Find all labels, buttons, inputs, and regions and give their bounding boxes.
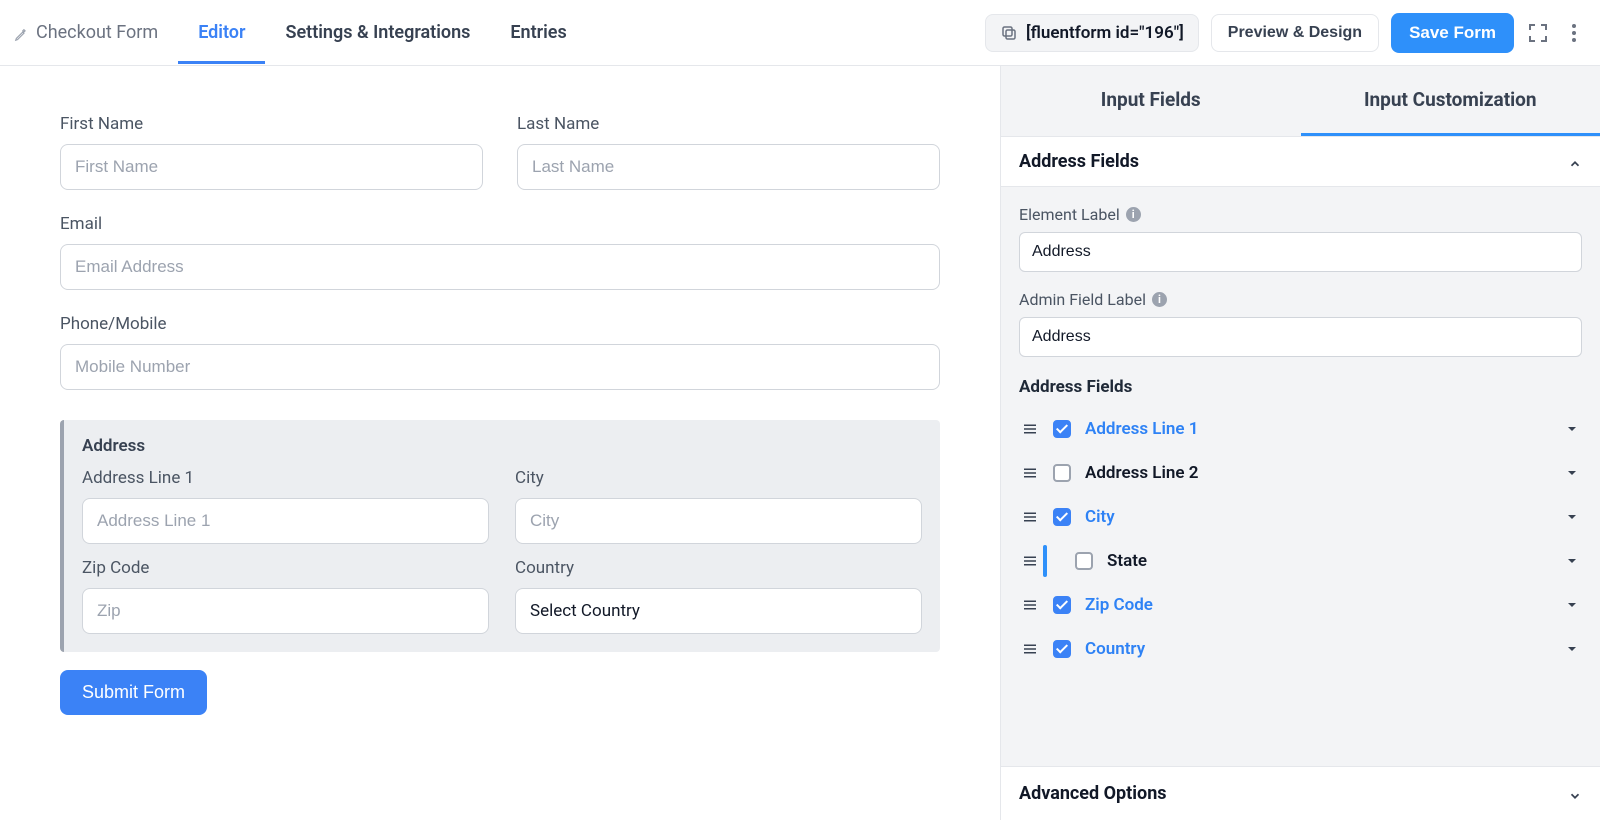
copy-icon	[1000, 24, 1018, 42]
address-line1-input[interactable]	[82, 498, 489, 544]
checkbox[interactable]	[1053, 596, 1071, 614]
submit-button[interactable]: Submit Form	[60, 670, 207, 715]
address-field-row[interactable]: Zip Code	[1019, 583, 1582, 627]
element-label-label: Element Label i	[1019, 205, 1582, 224]
tab-editor[interactable]: Editor	[178, 2, 265, 64]
tab-settings[interactable]: Settings & Integrations	[265, 2, 490, 64]
drag-handle-icon[interactable]	[1021, 508, 1039, 526]
address-block[interactable]: Address Address Line 1 City Zip Code	[60, 420, 940, 652]
zip-label: Zip Code	[82, 558, 489, 578]
drag-handle-icon[interactable]	[1021, 464, 1039, 482]
checkbox[interactable]	[1053, 640, 1071, 658]
top-tabs: Editor Settings & Integrations Entries	[178, 2, 587, 64]
address-field-label: Address Line 2	[1085, 463, 1550, 483]
address-field-label: Country	[1085, 639, 1550, 659]
drag-handle-icon[interactable]	[1021, 640, 1039, 658]
checkbox[interactable]	[1053, 464, 1071, 482]
address-field-label: State	[1107, 551, 1550, 571]
address-field-row[interactable]: Country	[1019, 627, 1582, 671]
address-field-row[interactable]: City	[1019, 495, 1582, 539]
shortcode-text: [fluentform id="196"]	[1026, 23, 1184, 43]
caret-down-icon[interactable]	[1564, 597, 1580, 613]
phone-input[interactable]	[60, 344, 940, 390]
sidebar: Input Fields Input Customization Address…	[1000, 66, 1600, 820]
last-name-input[interactable]	[517, 144, 940, 190]
zip-input[interactable]	[82, 588, 489, 634]
info-icon[interactable]: i	[1126, 207, 1141, 222]
country-placeholder: Select Country	[530, 601, 640, 621]
chevron-down-icon	[1568, 787, 1582, 801]
address-field-label: City	[1085, 507, 1550, 527]
country-select[interactable]: Select Country	[515, 588, 922, 634]
admin-label-input[interactable]	[1019, 317, 1582, 357]
phone-label: Phone/Mobile	[60, 314, 940, 334]
first-name-input[interactable]	[60, 144, 483, 190]
save-button[interactable]: Save Form	[1391, 13, 1514, 53]
form-title-wrap[interactable]: Checkout Form	[14, 22, 158, 43]
advanced-options-header[interactable]: Advanced Options	[1001, 766, 1600, 820]
tab-entries[interactable]: Entries	[490, 2, 586, 64]
email-input[interactable]	[60, 244, 940, 290]
element-label-input[interactable]	[1019, 232, 1582, 272]
address-fields-list: Address Line 1 Address Line 2 City State Zip…	[1019, 407, 1582, 671]
sidebar-tab-customization[interactable]: Input Customization	[1301, 66, 1600, 136]
form-title: Checkout Form	[36, 22, 158, 43]
caret-down-icon[interactable]	[1564, 553, 1580, 569]
shortcode-chip[interactable]: [fluentform id="196"]	[985, 14, 1199, 52]
advanced-options-label: Advanced Options	[1019, 783, 1167, 804]
caret-down-icon[interactable]	[1564, 641, 1580, 657]
first-name-label: First Name	[60, 114, 483, 134]
caret-down-icon[interactable]	[1564, 465, 1580, 481]
address-field-row[interactable]: Address Line 1	[1019, 407, 1582, 451]
checkbox[interactable]	[1053, 420, 1071, 438]
chevron-up-icon	[1568, 155, 1582, 169]
address-field-row[interactable]: Address Line 2	[1019, 451, 1582, 495]
preview-button[interactable]: Preview & Design	[1211, 14, 1379, 52]
drag-handle-icon[interactable]	[1021, 596, 1039, 614]
last-name-label: Last Name	[517, 114, 940, 134]
country-label: Country	[515, 558, 922, 578]
section-header-address[interactable]: Address Fields	[1001, 137, 1600, 187]
address-block-title: Address	[82, 436, 922, 456]
sidebar-tab-fields[interactable]: Input Fields	[1001, 66, 1301, 136]
fullscreen-icon[interactable]	[1526, 21, 1550, 45]
caret-down-icon[interactable]	[1564, 421, 1580, 437]
checkbox[interactable]	[1075, 552, 1093, 570]
section-title: Address Fields	[1019, 151, 1139, 172]
city-input[interactable]	[515, 498, 922, 544]
pencil-icon	[14, 26, 28, 40]
city-label: City	[515, 468, 922, 488]
form-canvas: First Name Last Name Email Phone/Mobile …	[0, 66, 1000, 820]
caret-down-icon[interactable]	[1564, 509, 1580, 525]
address-fields-heading: Address Fields	[1019, 377, 1582, 397]
drag-handle-icon[interactable]	[1021, 420, 1039, 438]
top-bar: Checkout Form Editor Settings & Integrat…	[0, 0, 1600, 66]
address-field-row[interactable]: State	[1019, 539, 1582, 583]
address-field-label: Zip Code	[1085, 595, 1550, 615]
checkbox[interactable]	[1053, 508, 1071, 526]
admin-label-label: Admin Field Label i	[1019, 290, 1582, 309]
address-field-label: Address Line 1	[1085, 419, 1550, 439]
drag-handle-icon[interactable]	[1021, 552, 1039, 570]
address-line1-label: Address Line 1	[82, 468, 489, 488]
email-label: Email	[60, 214, 940, 234]
more-icon[interactable]	[1562, 21, 1586, 45]
info-icon[interactable]: i	[1152, 292, 1167, 307]
